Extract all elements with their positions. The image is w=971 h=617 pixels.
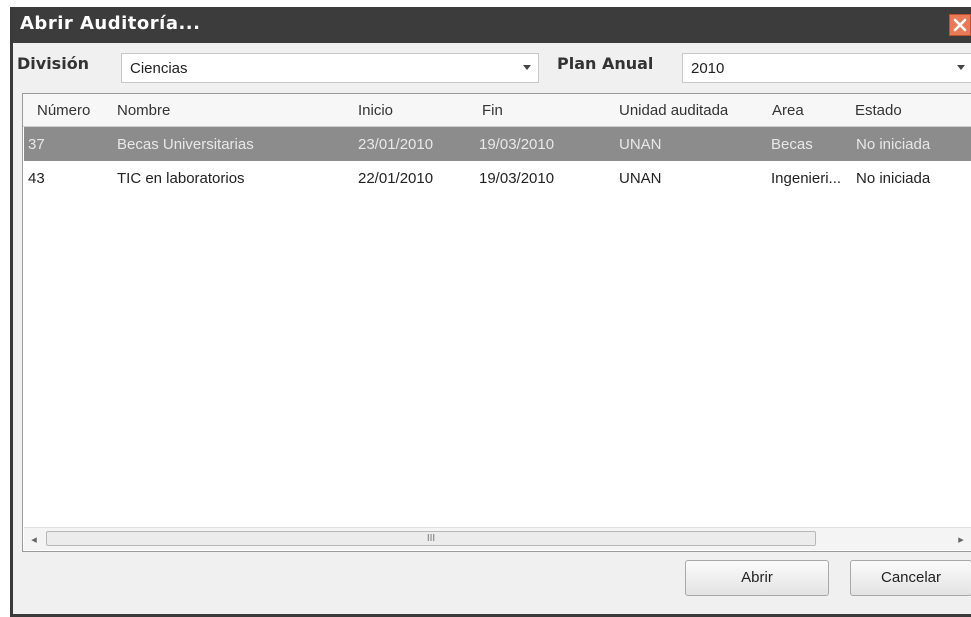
window-title: Abrir Auditoría... [20, 13, 201, 34]
column-header-area[interactable]: Area [772, 102, 804, 119]
open-audit-dialog: Abrir Auditoría... División Ciencias Pla… [10, 7, 971, 617]
scroll-right-arrow-icon[interactable]: ▸ [951, 528, 971, 550]
table-row[interactable]: 37 Becas Universitarias 23/01/2010 19/03… [24, 127, 971, 161]
division-label: División [17, 54, 90, 73]
cell-numero: 37 [28, 136, 45, 153]
cell-inicio: 23/01/2010 [358, 136, 434, 153]
scrollbar-thumb[interactable]: III [46, 531, 816, 546]
cell-unidad: UNAN [619, 136, 662, 153]
scrollbar-grip-icon: III [426, 533, 436, 544]
column-header-numero[interactable]: Número [37, 102, 90, 119]
chevron-down-icon[interactable] [950, 54, 971, 82]
cell-unidad: UNAN [619, 170, 662, 187]
division-select[interactable]: Ciencias [121, 53, 539, 83]
column-header-estado[interactable]: Estado [855, 102, 902, 119]
close-icon [953, 18, 967, 32]
cell-nombre: Becas Universitarias [117, 136, 254, 153]
chevron-down-icon[interactable] [516, 54, 538, 82]
cell-area: Becas [771, 136, 813, 153]
column-header-inicio[interactable]: Inicio [358, 102, 393, 119]
column-header-nombre[interactable]: Nombre [117, 102, 170, 119]
cell-estado: No iniciada [856, 136, 931, 153]
cancel-button[interactable]: Cancelar [850, 560, 971, 596]
cell-area: Ingenieri... [771, 170, 842, 187]
cell-estado: No iniciada [856, 170, 931, 187]
cell-fin: 19/03/2010 [479, 136, 555, 153]
column-header-unidad[interactable]: Unidad auditada [619, 102, 728, 119]
plan-label: Plan Anual [557, 54, 654, 73]
plan-select[interactable]: 2010 [682, 53, 971, 83]
close-button[interactable] [949, 14, 971, 36]
column-header-fin[interactable]: Fin [482, 102, 503, 119]
plan-value: 2010 [691, 60, 725, 77]
cell-numero: 43 [28, 170, 45, 187]
division-value: Ciencias [130, 60, 188, 77]
title-bar[interactable]: Abrir Auditoría... [13, 7, 971, 43]
scroll-left-arrow-icon[interactable]: ◂ [24, 528, 44, 550]
cell-nombre: TIC en laboratorios [117, 170, 245, 187]
horizontal-scrollbar[interactable]: ◂ III ▸ [24, 527, 971, 550]
audits-table: Número Nombre Inicio Fin Unidad auditada… [22, 93, 971, 552]
open-button[interactable]: Abrir [685, 560, 829, 596]
cell-inicio: 22/01/2010 [358, 170, 434, 187]
table-row[interactable]: 43 TIC en laboratorios 22/01/2010 19/03/… [24, 161, 971, 195]
cell-fin: 19/03/2010 [479, 170, 555, 187]
table-header: Número Nombre Inicio Fin Unidad auditada… [23, 94, 971, 127]
